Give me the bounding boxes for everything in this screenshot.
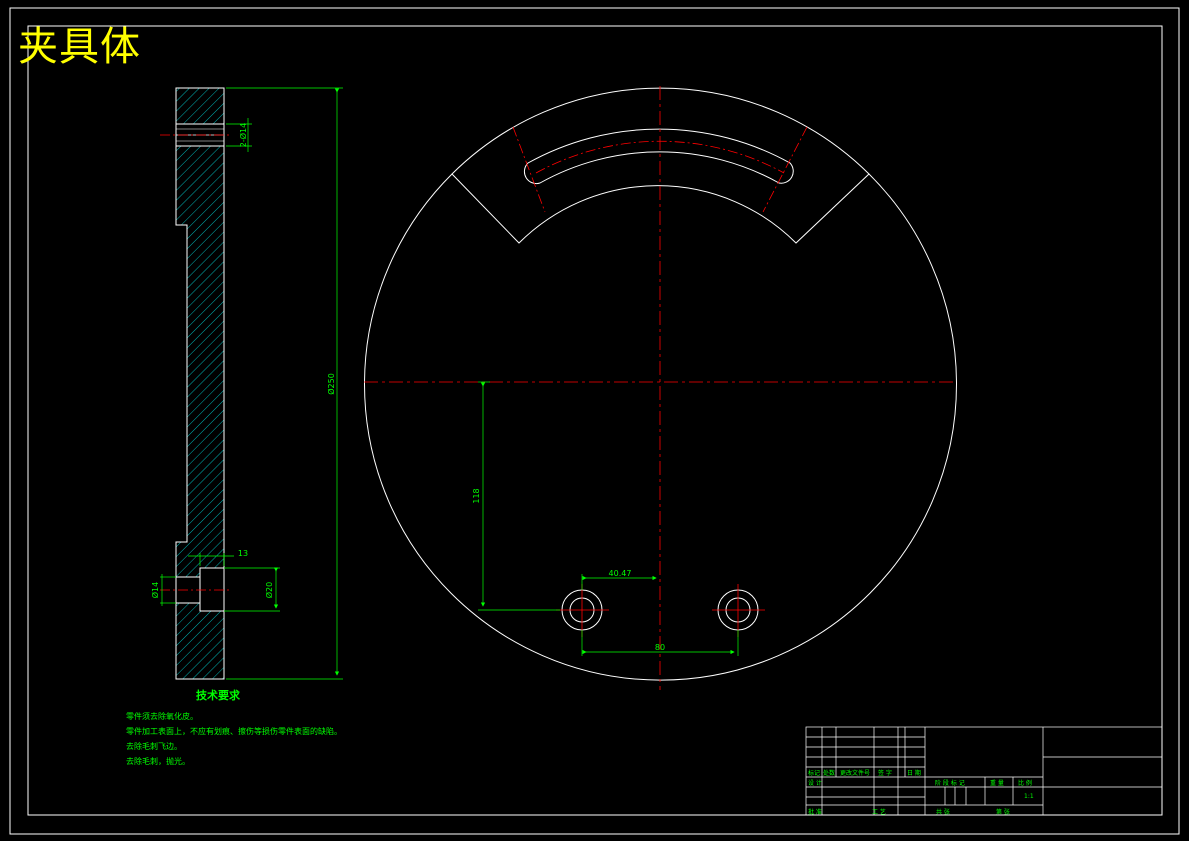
tb-sheet-num: 第 张 <box>996 809 1010 816</box>
tb-scale-label: 比 例 <box>1018 780 1032 787</box>
tb-sign: 签 字 <box>878 770 892 777</box>
dim-vertical-label: 118 <box>472 488 481 503</box>
dim-half-spacing-label: 40.47 <box>609 569 632 578</box>
tb-stage: 阶 段 标 记 <box>935 780 965 787</box>
disk-outline <box>364 173 957 681</box>
tb-approve: 批 准 <box>808 809 822 816</box>
tb-count: 处数 <box>823 770 836 777</box>
dim-counterbore-label: Ø20 <box>264 582 274 598</box>
left-hole <box>556 584 609 637</box>
dim-depth-label: 13 <box>238 549 248 558</box>
right-hole <box>712 584 765 637</box>
tb-scale-value: 1:1 <box>1024 793 1034 800</box>
tech-requirements-heading: 技术要求 <box>196 689 240 702</box>
tech-note: 去除毛刺飞边。 <box>126 742 182 751</box>
tb-change-doc: 更改文件号 <box>840 770 871 777</box>
dim-slot-label: 2-Ø14 <box>238 123 248 147</box>
dim-overall-label: Ø250 <box>326 373 336 395</box>
front-view: 118 40.47 80 <box>364 86 957 690</box>
tech-note: 零件加工表面上，不应有划痕、擦伤等损伤零件表面的缺陷。 <box>126 727 342 736</box>
tb-weight: 重 量 <box>990 780 1004 787</box>
tb-design: 设 计 <box>808 780 822 787</box>
dim-hole-spacing-label: 80 <box>655 643 665 652</box>
tech-note: 去除毛刺，抛光。 <box>126 757 190 766</box>
side-section-view: Ø250 2-Ø14 Ø14 Ø20 13 <box>150 87 343 680</box>
drawing-title: 夹具体 <box>18 24 141 70</box>
tb-process: 工 艺 <box>872 809 886 816</box>
tb-date: 日 期 <box>907 770 921 777</box>
tech-note: 零件须去除氧化皮。 <box>126 712 198 721</box>
tech-requirements-notes: 零件须去除氧化皮。 零件加工表面上，不应有划痕、擦伤等损伤零件表面的缺陷。 去除… <box>126 709 342 769</box>
tb-sheets-total: 共 张 <box>936 809 950 816</box>
arc-slot <box>523 128 794 185</box>
tb-mark: 标记 <box>808 770 821 777</box>
dim-small-hole-label: Ø14 <box>150 582 160 598</box>
